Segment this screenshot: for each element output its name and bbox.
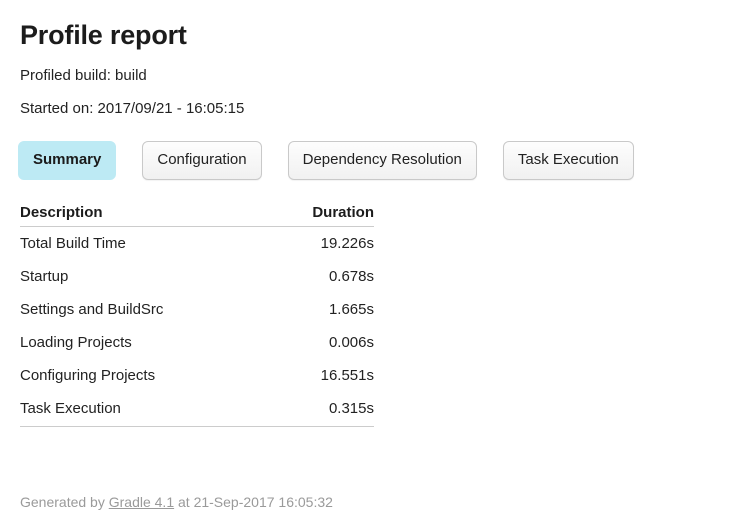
tab-bar: Summary Configuration Dependency Resolut… <box>18 141 721 180</box>
cell-duration: 16.551s <box>320 367 374 384</box>
tab-summary[interactable]: Summary <box>18 141 117 180</box>
footer-suffix: at 21-Sep-2017 16:05:32 <box>174 494 333 510</box>
table-row: Configuring Projects 16.551s <box>20 359 374 392</box>
table-row: Startup 0.678s <box>20 260 374 293</box>
table-header-row: Description Duration <box>20 204 374 227</box>
tab-dependency-resolution[interactable]: Dependency Resolution <box>287 141 477 180</box>
table-row: Settings and BuildSrc 1.665s <box>20 293 374 326</box>
cell-description: Settings and BuildSrc <box>20 301 164 318</box>
tab-task-execution[interactable]: Task Execution <box>502 141 634 180</box>
table-row: Loading Projects 0.006s <box>20 326 374 359</box>
footer-prefix: Generated by <box>20 494 109 510</box>
cell-description: Total Build Time <box>20 235 126 252</box>
table-body: Total Build Time 19.226s Startup 0.678s … <box>20 227 374 427</box>
table-row: Total Build Time 19.226s <box>20 227 374 261</box>
cell-duration: 0.315s <box>267 392 374 427</box>
cell-description: Startup <box>20 268 69 285</box>
started-on-label: Started on: 2017/09/21 - 16:05:15 <box>20 100 245 117</box>
cell-description: Configuring Projects <box>20 367 156 384</box>
table-row: Task Execution 0.315s <box>20 392 374 427</box>
table-head: Description Duration <box>20 204 374 227</box>
profile-report-page: Profile report Profiled build: build Sta… <box>0 0 741 531</box>
gradle-version-link[interactable]: Gradle 4.1 <box>109 494 174 510</box>
column-header-description: Description <box>20 204 268 227</box>
summary-table: Description Duration Total Build Time 19… <box>20 204 374 427</box>
cell-duration: 0.678s <box>328 268 374 285</box>
footer: Generated by Gradle 4.1 at 21-Sep-2017 1… <box>20 493 333 511</box>
cell-description: Loading Projects <box>20 334 132 351</box>
column-header-duration: Duration <box>267 204 374 227</box>
cell-duration: 0.006s <box>328 334 374 351</box>
page-title: Profile report <box>20 20 187 50</box>
profiled-build-label: Profiled build: build <box>20 67 147 84</box>
tab-configuration[interactable]: Configuration <box>142 141 262 180</box>
cell-description: Task Execution <box>20 392 268 427</box>
cell-duration: 19.226s <box>320 235 374 252</box>
cell-duration: 1.665s <box>328 301 374 318</box>
